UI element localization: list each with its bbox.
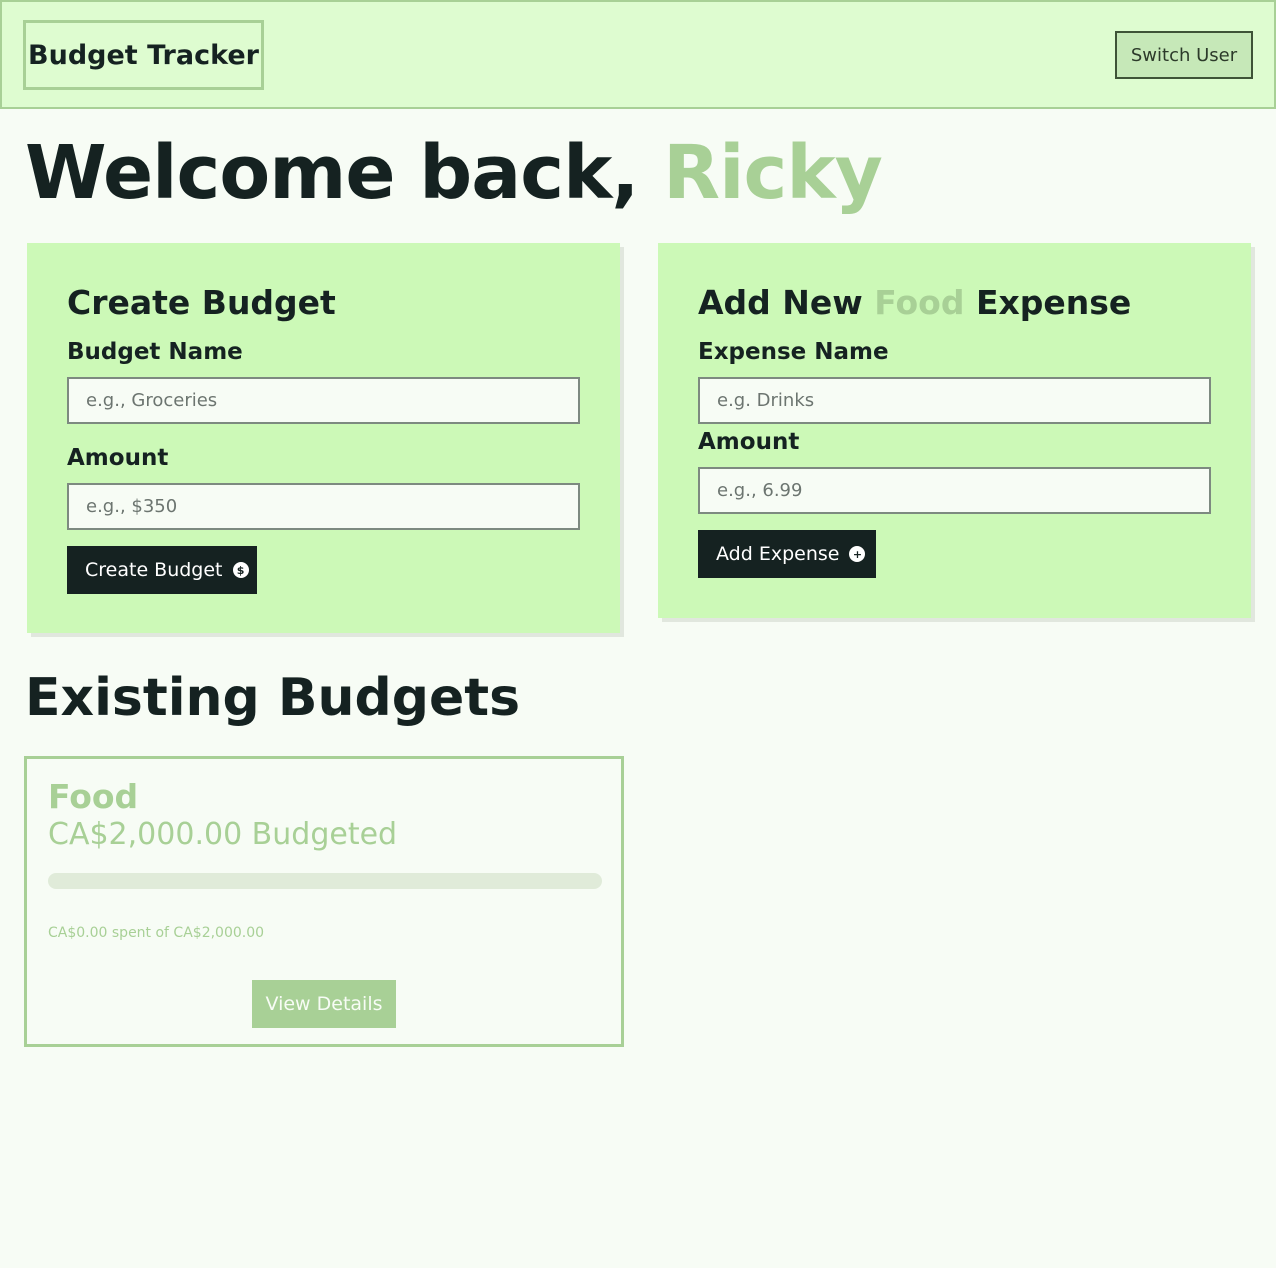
add-expense-title-category: Food <box>874 283 965 322</box>
dollar-circle-icon: $ <box>232 562 249 578</box>
create-budget-button-label: Create Budget <box>85 559 223 581</box>
budget-name-label: Budget Name <box>67 339 243 365</box>
create-budget-card: Create Budget Budget Name Amount Create … <box>27 243 620 633</box>
budget-progress-bar <box>48 873 602 889</box>
add-expense-title: Add New Food Expense <box>698 283 1131 322</box>
budget-name-input[interactable] <box>67 377 580 424</box>
budget-card: Food CA$2,000.00 Budgeted CA$0.00 spent … <box>24 756 624 1047</box>
expense-amount-label: Amount <box>698 429 800 455</box>
welcome-prefix: Welcome back, <box>25 130 639 216</box>
app-logo-text: Budget Tracker <box>28 39 259 71</box>
expense-name-label: Expense Name <box>698 339 889 365</box>
add-expense-button-label: Add Expense <box>716 543 840 565</box>
existing-budgets-title: Existing Budgets <box>25 668 521 728</box>
budget-card-spent: CA$0.00 spent of CA$2,000.00 <box>48 925 265 941</box>
budget-card-name: Food <box>48 777 139 816</box>
welcome-heading: Welcome back, Ricky <box>25 130 883 216</box>
budget-card-amount: CA$2,000.00 Budgeted <box>48 817 398 852</box>
budget-amount-label: Amount <box>67 445 169 471</box>
app-logo[interactable]: Budget Tracker <box>23 20 264 90</box>
add-expense-button[interactable]: Add Expense + <box>698 530 876 578</box>
view-details-button[interactable]: View Details <box>252 980 396 1028</box>
create-budget-title: Create Budget <box>67 283 336 322</box>
plus-circle-icon: + <box>849 546 866 562</box>
add-expense-card: Add New Food Expense Expense Name Amount… <box>658 243 1251 618</box>
welcome-user-name: Ricky <box>663 130 883 216</box>
expense-name-input[interactable] <box>698 377 1211 424</box>
budget-amount-input[interactable] <box>67 483 580 530</box>
switch-user-button[interactable]: Switch User <box>1115 31 1253 79</box>
add-expense-title-prefix: Add New <box>698 283 863 322</box>
create-budget-button[interactable]: Create Budget $ <box>67 546 257 594</box>
add-expense-title-suffix: Expense <box>975 283 1132 322</box>
top-nav: Budget Tracker Switch User <box>0 0 1276 109</box>
expense-amount-input[interactable] <box>698 467 1211 514</box>
